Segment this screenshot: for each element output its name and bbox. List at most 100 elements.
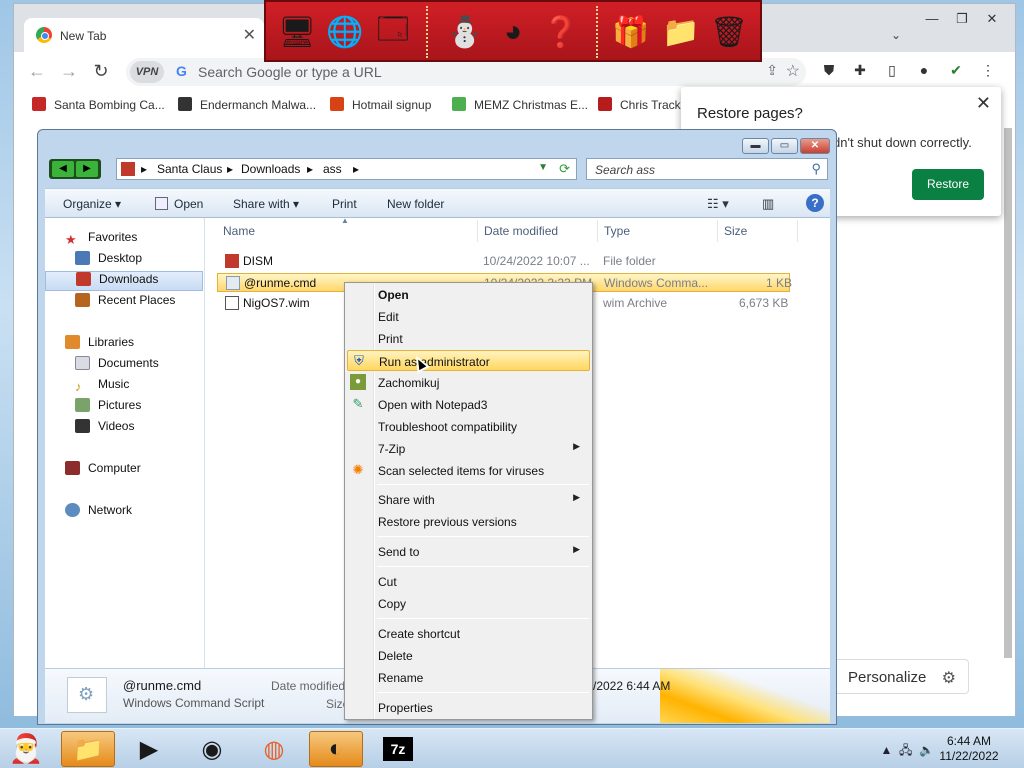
menu-item-restore-previous-versions[interactable]: Restore previous versions: [347, 511, 590, 532]
taskbar-tor-browser-icon[interactable]: ◐: [309, 731, 363, 767]
preview-pane-icon[interactable]: ▥: [762, 196, 774, 212]
menu-item-open-with-notepad3[interactable]: ✎ Open with Notepad3: [347, 394, 590, 415]
nav-documents[interactable]: Documents: [45, 356, 203, 376]
column-type[interactable]: Type: [604, 224, 630, 238]
forward-button[interactable]: ▶: [76, 161, 98, 177]
bookmark-item[interactable]: Chris Tracke: [598, 97, 687, 112]
nav-downloads[interactable]: Downloads: [45, 271, 203, 291]
print-button[interactable]: Print: [332, 197, 357, 211]
breadcrumb-arrow-icon[interactable]: ▸: [227, 162, 233, 176]
breadcrumb-downloads[interactable]: Downloads: [241, 162, 300, 176]
santa-computer-icon[interactable]: 🖥: [274, 8, 320, 56]
address-bar[interactable]: ▸ Santa Claus ▸ Downloads ▸ ass ▸ ▼ ⟳: [116, 158, 577, 180]
security-check-icon[interactable]: ✔: [947, 62, 965, 80]
breadcrumb-ass[interactable]: ass: [323, 162, 342, 176]
menu-item-rename[interactable]: Rename: [347, 667, 590, 688]
profile-icon[interactable]: ●: [915, 62, 933, 80]
column-separator[interactable]: [597, 220, 598, 242]
minimize-button[interactable]: —: [917, 10, 947, 28]
new-folder-button[interactable]: New folder: [387, 197, 444, 211]
bookmark-item[interactable]: Santa Bombing Ca...: [32, 97, 165, 112]
folder-icon[interactable]: 📁: [658, 8, 704, 56]
bookmark-item[interactable]: Endermanch Malwa...: [178, 97, 316, 112]
recycle-bin-icon[interactable]: 🗑: [706, 8, 752, 56]
help-icon[interactable]: ❓: [538, 8, 584, 56]
menu-item-scan-viruses[interactable]: ✺ Scan selected items for viruses: [347, 460, 590, 481]
search-box[interactable]: Search ass ⚲: [586, 158, 828, 180]
menu-item-run-as-administrator[interactable]: ⛨ Run as administrator: [347, 350, 590, 371]
reload-icon[interactable]: ↻: [90, 61, 112, 82]
column-date-modified[interactable]: Date modified: [484, 224, 558, 238]
menu-item-properties[interactable]: Properties: [347, 697, 590, 718]
extension-shield-icon[interactable]: ⛊: [820, 62, 838, 80]
menu-item-open[interactable]: Open: [347, 284, 590, 305]
extensions-puzzle-icon[interactable]: ✚: [851, 62, 869, 80]
snowman-icon[interactable]: ⛄: [442, 8, 488, 56]
menu-item-copy[interactable]: Copy: [347, 593, 590, 614]
omnibox[interactable]: VPN G Search Google or type a URL ⇪ ☆: [126, 58, 806, 86]
scrollbar-thumb[interactable]: [1004, 128, 1012, 658]
personalize-button[interactable]: Personalize ⚙: [834, 659, 969, 694]
globe-icon[interactable]: 🌐: [322, 8, 368, 56]
bookmark-star-icon[interactable]: ☆: [786, 61, 800, 81]
breadcrumb-santa-claus[interactable]: Santa Claus: [157, 162, 222, 176]
nav-computer[interactable]: Computer: [45, 461, 203, 481]
restore-button[interactable]: Restore: [912, 169, 984, 200]
windows-update-icon[interactable]: ◕: [490, 8, 536, 56]
forward-arrow-icon[interactable]: →: [58, 61, 80, 82]
open-button[interactable]: Open: [155, 197, 203, 211]
maximize-button[interactable]: ❐: [947, 10, 977, 28]
nav-libraries[interactable]: Libraries: [45, 335, 203, 355]
change-view-icon[interactable]: ☷ ▾: [707, 196, 729, 212]
nav-recent-places[interactable]: Recent Places: [45, 293, 203, 313]
taskbar-file-manager-icon[interactable]: 📁: [61, 731, 115, 767]
share-with-button[interactable]: Share with ▾: [233, 197, 299, 211]
minimize-button[interactable]: ▬: [742, 138, 769, 154]
page-scrollbar[interactable]: [1003, 118, 1013, 710]
bookmark-item[interactable]: MEMZ Christmas E...: [452, 97, 588, 112]
file-row-dism[interactable]: DISM 10/24/2022 10:07 ... File folder: [217, 252, 790, 271]
menu-item-7zip[interactable]: 7-Zip ▶: [347, 438, 590, 459]
menu-item-create-shortcut[interactable]: Create shortcut: [347, 623, 590, 644]
tab-new-tab[interactable]: New Tab ✕: [24, 18, 264, 52]
taskbar-chrome-icon[interactable]: ◉: [185, 731, 239, 767]
nav-network[interactable]: Network: [45, 503, 203, 523]
nav-favorites[interactable]: ★ Favorites: [45, 230, 203, 250]
menu-item-zachomikuj[interactable]: ● Zachomikuj: [347, 372, 590, 393]
maximize-button[interactable]: ▭: [771, 138, 798, 154]
system-tray[interactable]: ▲ 🖧 🔈: [880, 741, 934, 762]
taskbar-7zip-icon[interactable]: 7z: [371, 731, 425, 767]
vpn-badge[interactable]: VPN: [130, 61, 164, 83]
taskbar-media-player-icon[interactable]: ▶: [122, 731, 176, 767]
menu-item-share-with[interactable]: Share with ▶: [347, 489, 590, 510]
breadcrumb-arrow-icon[interactable]: ▸: [353, 162, 359, 176]
column-separator[interactable]: [797, 220, 798, 242]
nav-videos[interactable]: Videos: [45, 419, 203, 439]
menu-item-edit[interactable]: Edit: [347, 306, 590, 327]
breadcrumb-arrow-icon[interactable]: ▸: [307, 162, 313, 176]
gift-icon[interactable]: 🎁: [608, 8, 654, 56]
menu-item-troubleshoot-compatibility[interactable]: Troubleshoot compatibility: [347, 416, 590, 437]
close-window-button[interactable]: ✕: [977, 10, 1007, 28]
bookmark-item[interactable]: Hotmail signup: [330, 97, 431, 112]
tab-search-chevron-icon[interactable]: ⌄: [891, 28, 901, 42]
column-size[interactable]: Size: [724, 224, 747, 238]
column-name[interactable]: Name: [223, 224, 255, 238]
tab-close-icon[interactable]: ✕: [243, 25, 256, 45]
column-separator[interactable]: [717, 220, 718, 242]
menu-item-delete[interactable]: Delete: [347, 645, 590, 666]
breadcrumb-arrow-icon[interactable]: ▸: [141, 162, 147, 176]
share-icon[interactable]: ⇪: [766, 62, 778, 79]
menu-item-cut[interactable]: Cut: [347, 571, 590, 592]
help-icon[interactable]: ?: [806, 194, 824, 212]
start-button-santa-icon[interactable]: 🎅: [6, 729, 46, 768]
menu-item-send-to[interactable]: Send to ▶: [347, 541, 590, 562]
close-icon[interactable]: ✕: [976, 93, 991, 114]
control-panel-icon[interactable]: 🗔: [370, 8, 416, 56]
close-button[interactable]: ✕: [800, 138, 830, 154]
nav-pictures[interactable]: Pictures: [45, 398, 203, 418]
menu-item-print[interactable]: Print: [347, 328, 590, 349]
clock[interactable]: 6:44 AM 11/22/2022: [934, 734, 1004, 764]
side-panel-icon[interactable]: ▯: [883, 62, 901, 80]
organize-button[interactable]: Organize ▾: [63, 197, 121, 211]
